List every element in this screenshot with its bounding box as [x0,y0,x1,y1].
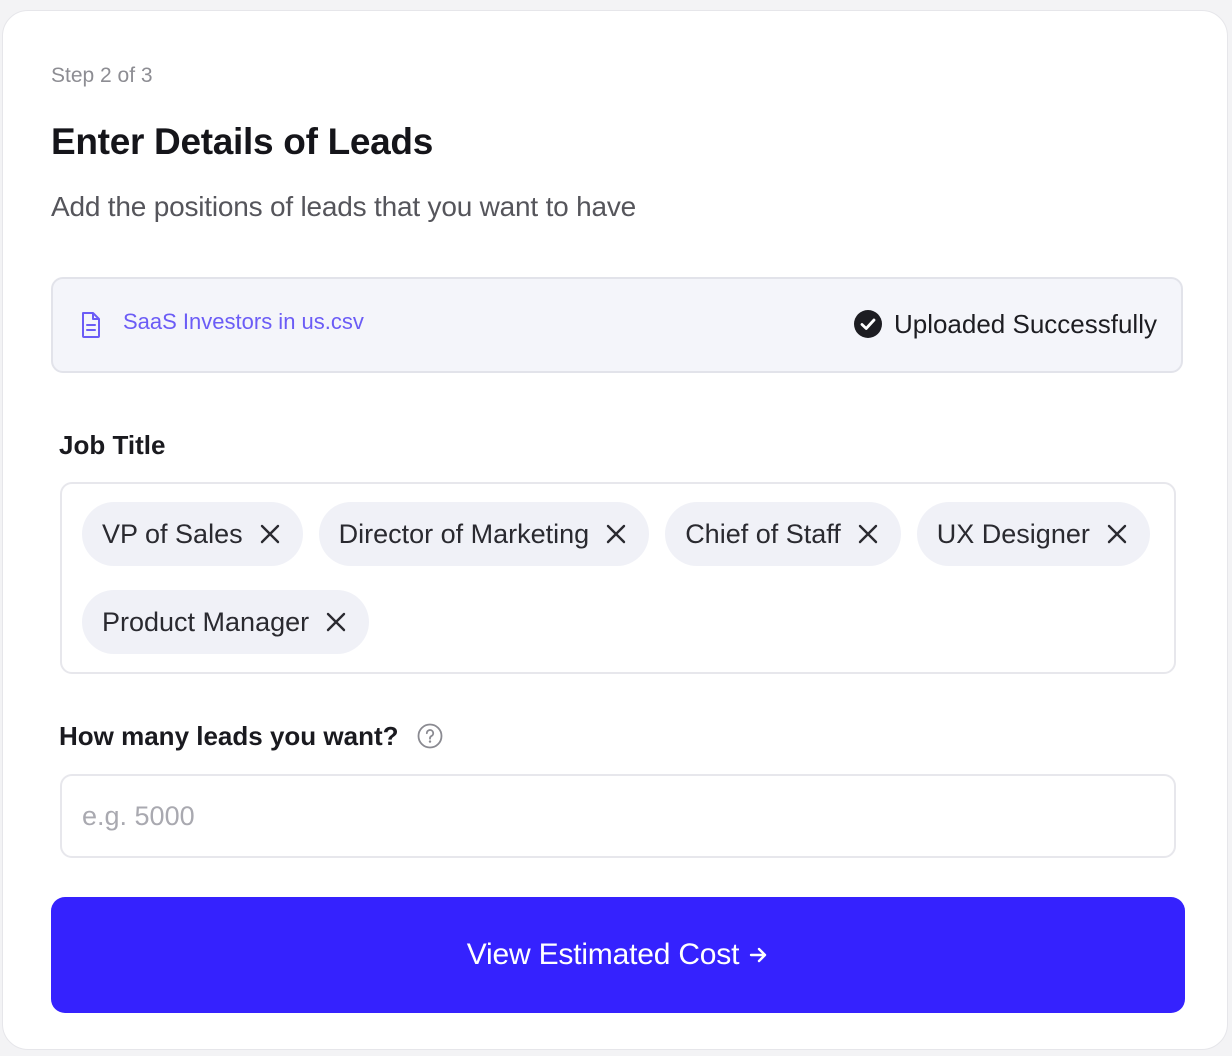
view-estimated-cost-label: View Estimated Cost [466,938,740,971]
document-icon [82,312,100,338]
tag-chief-of-staff: Chief of Staff [665,502,901,566]
tag-label: Director of Marketing [338,519,590,549]
tag-director-of-marketing: Director of Marketing [318,502,650,566]
leads-count-label: How many leads you want? [59,719,443,753]
view-estimated-cost-button[interactable]: View Estimated Cost [51,897,1185,1013]
upload-status-text: Uploaded Successfully [893,309,1157,339]
uploaded-file-name[interactable]: SaaS Investors in us.csv [123,307,364,337]
close-icon[interactable] [259,523,281,545]
tag-vp-of-sales: VP of Sales [82,502,303,566]
close-icon[interactable] [605,523,627,545]
arrow-right-icon [750,947,767,963]
tag-label: Chief of Staff [685,519,841,549]
tag-label: UX Designer [936,519,1090,549]
uploaded-file-box: SaaS Investors in us.csv Uploaded Succes… [51,277,1183,373]
job-title-tag-input[interactable]: VP of Sales Director of Marketing Chief … [60,482,1176,674]
tag-label: VP of Sales [102,519,243,549]
tag-label: Product Manager [102,607,310,637]
leads-count-input[interactable] [62,776,1174,856]
close-icon[interactable] [325,611,347,633]
leads-count-field [60,774,1176,858]
question-circle-icon[interactable] [417,723,443,749]
tag-ux-designer: UX Designer [916,502,1150,566]
job-title-label-text: Job Title [59,430,166,460]
page-subtitle: Add the positions of leads that you want… [51,191,637,222]
lead-details-card: Step 2 of 3 Enter Details of Leads Add t… [2,10,1228,1050]
close-icon[interactable] [857,523,879,545]
leads-count-label-text: How many leads you want? [59,721,399,751]
close-icon[interactable] [1106,523,1128,545]
step-indicator: Step 2 of 3 [51,64,153,87]
tag-product-manager: Product Manager [82,590,370,654]
upload-status: Uploaded Successfully [853,307,1157,341]
check-circle-icon [853,310,882,338]
page-title: Enter Details of Leads [51,121,434,162]
job-title-label: Job Title [59,428,165,462]
